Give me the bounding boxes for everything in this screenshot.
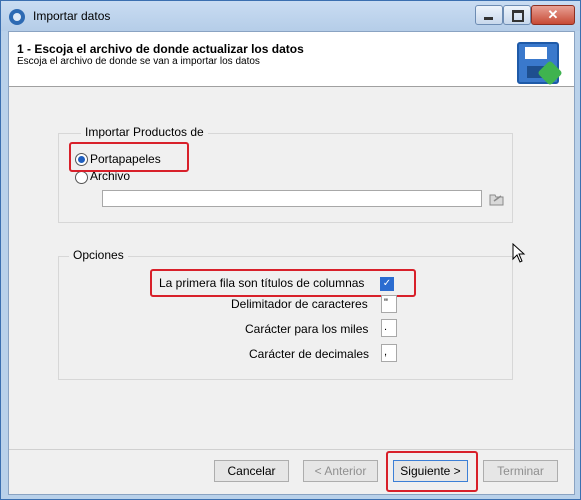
step-title: 1 - Escoja el archivo de donde actualiza… bbox=[17, 42, 304, 56]
thousands-label: Carácter para los miles bbox=[245, 322, 369, 336]
first-row-titles-highlight bbox=[150, 269, 416, 297]
delimiter-input[interactable]: " bbox=[381, 295, 397, 313]
cancel-button[interactable]: Cancelar bbox=[214, 460, 289, 482]
portapapeles-highlight bbox=[69, 142, 189, 172]
mouse-pointer-icon bbox=[512, 243, 526, 263]
close-icon: ✕ bbox=[547, 7, 559, 22]
floppy-disk-arrow-icon bbox=[517, 42, 563, 86]
maximize-button[interactable] bbox=[503, 5, 531, 25]
decimals-label: Carácter de decimales bbox=[249, 347, 370, 361]
step-subtitle: Escoja el archivo de donde se van a impo… bbox=[17, 56, 260, 67]
window-title: Importar datos bbox=[33, 9, 111, 23]
options-legend: Opciones bbox=[69, 248, 128, 262]
thousands-input[interactable]: . bbox=[381, 319, 397, 337]
previous-button[interactable]: < Anterior bbox=[303, 460, 378, 482]
title-bar[interactable]: Importar datos ✕ bbox=[1, 1, 580, 31]
import-dialog-window: Importar datos ✕ 1 - Escoja el archivo d… bbox=[0, 0, 581, 500]
delimiter-label: Delimitador de caracteres bbox=[231, 297, 368, 311]
wizard-header: 1 - Escoja el archivo de donde actualiza… bbox=[9, 32, 574, 87]
app-icon bbox=[9, 9, 25, 25]
footer-divider bbox=[9, 449, 574, 450]
import-source-legend: Importar Productos de bbox=[81, 125, 208, 139]
close-button[interactable]: ✕ bbox=[531, 5, 575, 25]
minimize-icon bbox=[484, 17, 493, 20]
decimals-input[interactable]: , bbox=[381, 344, 397, 362]
dialog-body: 1 - Escoja el archivo de donde actualiza… bbox=[8, 31, 575, 495]
folder-browse-icon[interactable] bbox=[489, 192, 505, 206]
next-button-highlight bbox=[386, 451, 478, 492]
minimize-button[interactable] bbox=[475, 5, 503, 25]
maximize-icon bbox=[512, 10, 524, 22]
radio-archivo[interactable] bbox=[75, 171, 88, 184]
file-path-input[interactable] bbox=[102, 190, 482, 207]
finish-button[interactable]: Terminar bbox=[483, 460, 558, 482]
